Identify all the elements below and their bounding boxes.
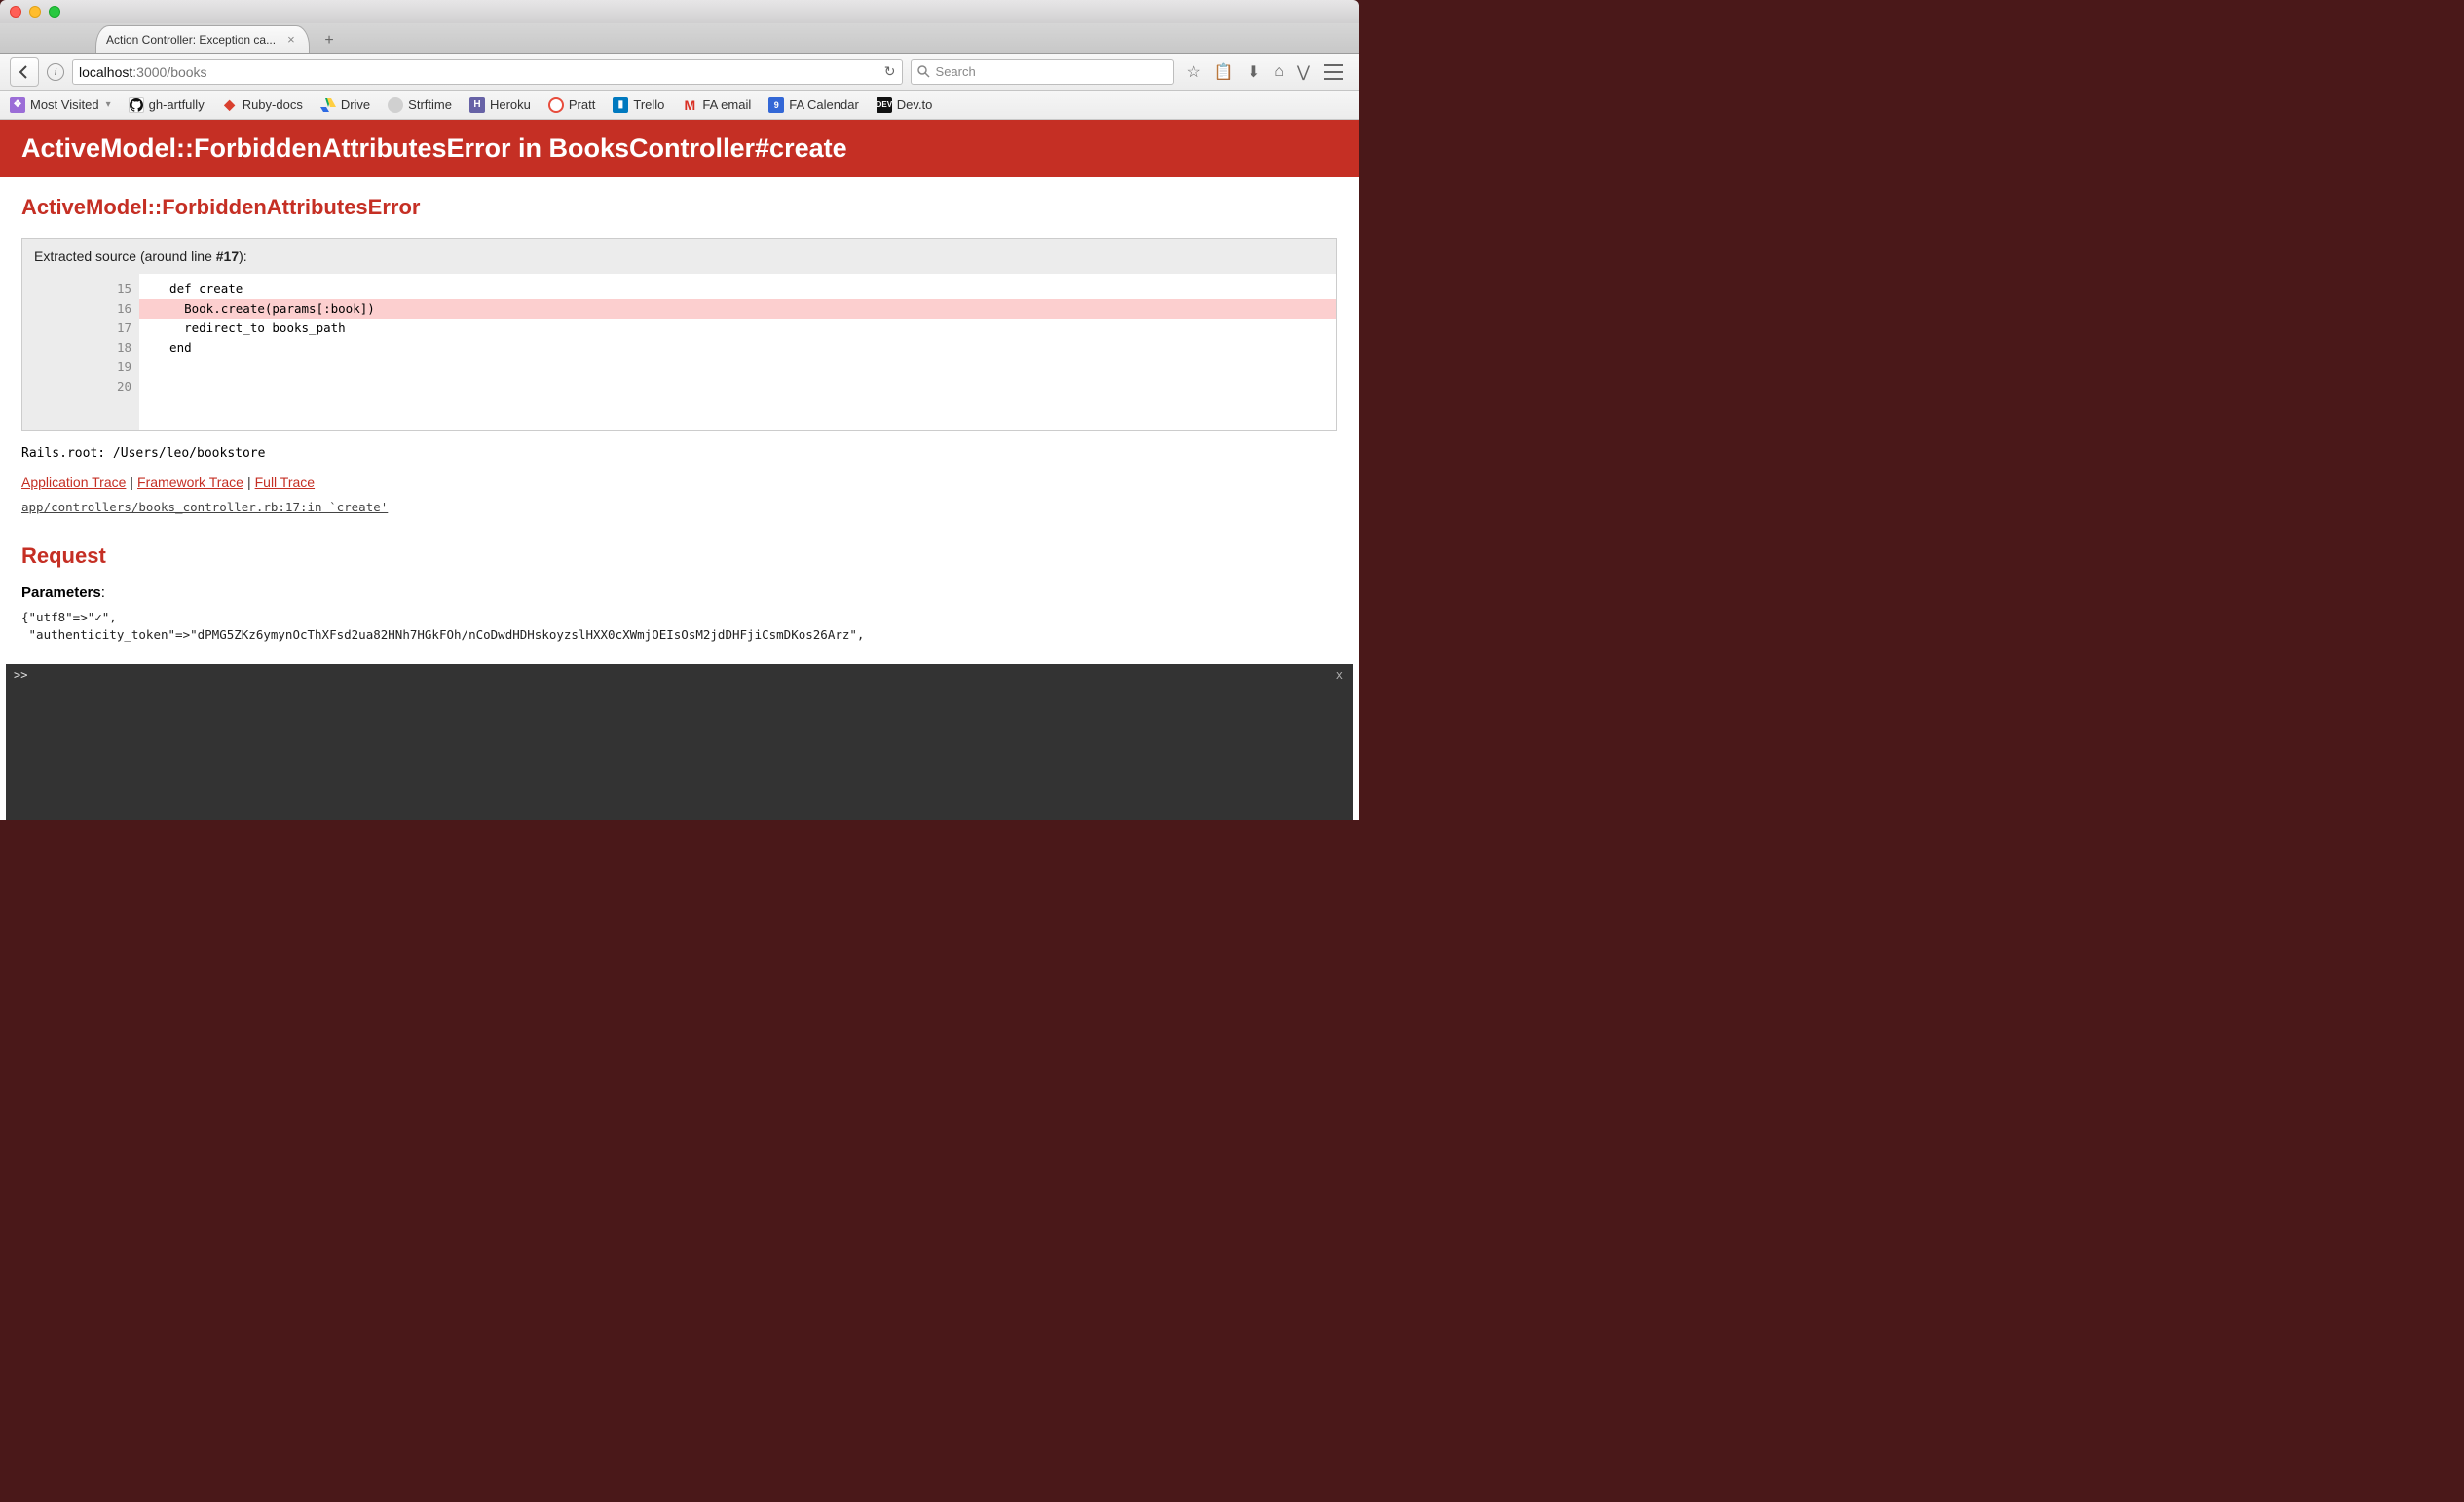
grid-icon: ❖ [10,97,25,113]
downloads-icon[interactable]: ⬇ [1248,62,1260,82]
clipboard-icon[interactable]: 📋 [1214,62,1234,82]
trace-tabs: Application Trace|Framework Trace|Full T… [21,474,1337,490]
globe-icon [388,97,403,113]
pratt-icon [548,97,564,113]
tab-close-icon[interactable]: × [287,32,295,47]
toolbar-icons: ☆ 📋 ⬇ ⌂ ⋁ [1181,62,1349,82]
search-box[interactable]: Search [911,59,1174,85]
back-button[interactable] [10,57,39,87]
code-line-highlighted: Book.create(params[:book]) [139,299,1336,319]
source-extract-title: Extracted source (around line #17): [22,239,1336,274]
source-extract: Extracted source (around line #17): 15 1… [21,238,1337,431]
bookmark-dev-to[interactable]: DEVDev.to [877,97,933,113]
rails-root: Rails.root: /Users/leo/bookstore [21,446,1337,461]
bookmark-strftime[interactable]: Strftime [388,97,452,113]
bookmark-ruby-docs[interactable]: ◆Ruby-docs [222,97,303,113]
browser-tab[interactable]: Action Controller: Exception ca... × [95,25,310,53]
full-trace-link[interactable]: Full Trace [255,474,315,490]
code-area: 15 16 17 18 19 20 def create Book.create… [22,274,1336,430]
bookmark-pratt[interactable]: Pratt [548,97,595,113]
gmail-icon: M [682,97,697,113]
exception-name: ActiveModel::ForbiddenAttributesError [21,195,1337,220]
console-close-icon[interactable]: x [1336,668,1343,682]
bookmark-gh-artfully[interactable]: gh-artfully [129,97,205,113]
chevron-down-icon: ▾ [106,99,111,110]
bookmark-fa-email[interactable]: MFA email [682,97,751,113]
search-placeholder: Search [936,64,976,79]
address-bar[interactable]: localhost:3000/books ↻ [72,59,903,85]
bookmark-most-visited[interactable]: ❖Most Visited▾ [10,97,111,113]
heroku-icon: H [469,97,485,113]
reload-icon[interactable]: ↻ [884,63,896,80]
browser-window: Action Controller: Exception ca... × + i… [0,0,1359,828]
titlebar [0,0,1359,23]
web-console[interactable]: >> x [6,664,1353,820]
pocket-icon[interactable]: ⋁ [1297,62,1310,82]
bookmark-trello[interactable]: ▮Trello [613,97,664,113]
ruby-icon: ◆ [222,97,238,113]
trace-line[interactable]: app/controllers/books_controller.rb:17:i… [21,500,1337,514]
devto-icon: DEV [877,97,892,113]
minimize-window-button[interactable] [29,6,41,18]
trello-icon: ▮ [613,97,628,113]
application-trace-link[interactable]: Application Trace [21,474,126,490]
bookmark-heroku[interactable]: HHeroku [469,97,531,113]
tab-strip: Action Controller: Exception ca... × + [0,23,1359,54]
bookmark-star-icon[interactable]: ☆ [1187,62,1201,82]
bookmark-drive[interactable]: Drive [320,97,370,113]
code-line: redirect_to books_path [139,319,1336,338]
site-info-icon[interactable]: i [47,63,64,81]
new-tab-button[interactable]: + [316,29,343,53]
framework-trace-link[interactable]: Framework Trace [137,474,243,490]
calendar-icon: 9 [768,97,784,113]
tab-title: Action Controller: Exception ca... [106,33,276,47]
line-number-gutter: 15 16 17 18 19 20 [22,274,139,430]
bookmarks-bar: ❖Most Visited▾ gh-artfully ◆Ruby-docs Dr… [0,91,1359,120]
menu-button[interactable] [1324,62,1343,82]
bookmark-fa-calendar[interactable]: 9FA Calendar [768,97,859,113]
drive-icon [320,97,336,113]
parameters-label: Parameters: [21,584,1337,601]
close-window-button[interactable] [10,6,21,18]
toolbar: i localhost:3000/books ↻ Search ☆ 📋 ⬇ ⌂ … [0,54,1359,91]
url-path: :3000/books [132,64,206,80]
code-lines: def create Book.create(params[:book]) re… [139,274,1336,430]
github-icon [129,97,144,113]
url-host: localhost [79,64,132,80]
home-icon[interactable]: ⌂ [1274,62,1284,82]
code-line: def create [139,280,1336,299]
window-controls [10,6,60,18]
code-line: end [139,338,1336,357]
search-icon [917,65,930,78]
parameters-dump: {"utf8"=>"✓", "authenticity_token"=>"dPM… [21,609,1337,644]
error-header: ActiveModel::ForbiddenAttributesError in… [0,120,1359,177]
request-heading: Request [21,544,1337,569]
console-prompt: >> [14,668,27,682]
maximize-window-button[interactable] [49,6,60,18]
error-body: ActiveModel::ForbiddenAttributesError Ex… [0,177,1359,644]
